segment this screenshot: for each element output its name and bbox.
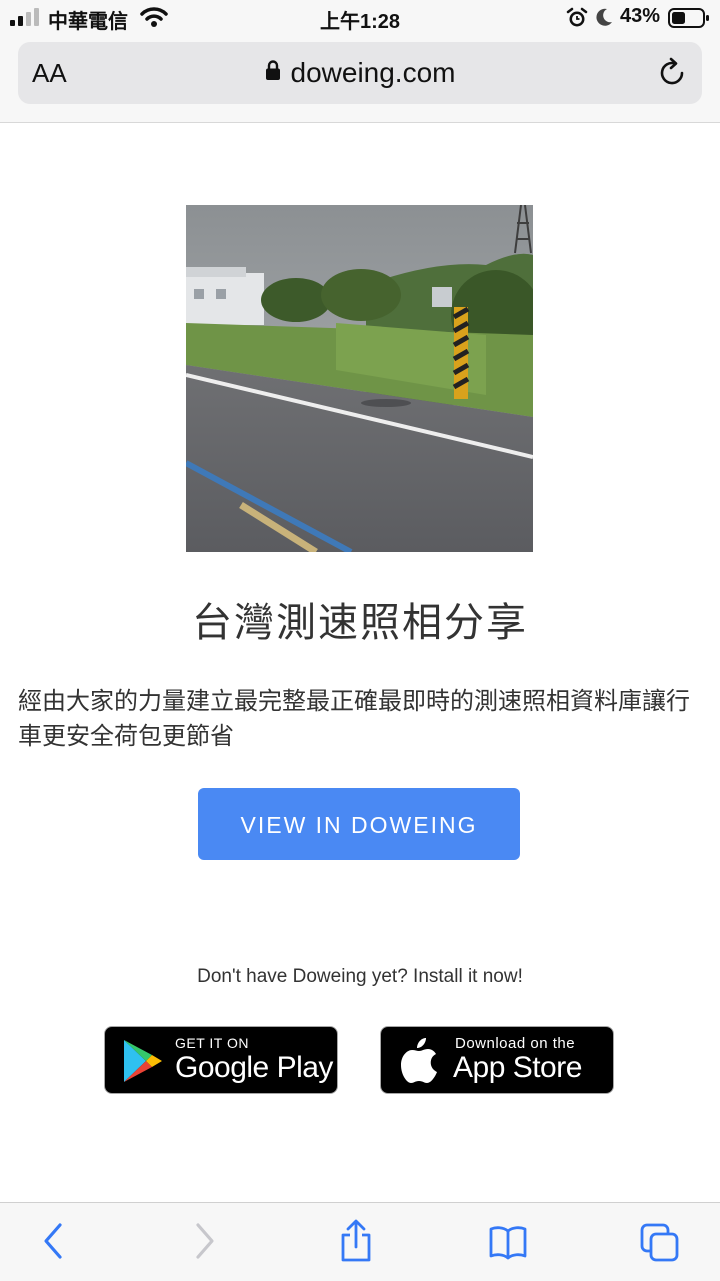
url-text: doweing.com [290,57,456,88]
status-bar: 中華電信 上午1:28 43% [0,0,720,36]
google-play-badge[interactable]: GET IT ON Google Play [104,1026,338,1094]
share-icon[interactable] [336,1219,376,1263]
app-store-big-text: App Store [453,1051,582,1084]
apple-icon [401,1038,437,1083]
battery-icon [668,8,709,28]
browser-chrome-top: AA doweing.com [0,36,720,123]
moon-icon [596,8,612,26]
reload-icon[interactable] [656,57,688,89]
back-icon[interactable] [34,1219,74,1263]
address-bar[interactable]: AA doweing.com [18,42,702,104]
lock-icon [265,60,280,80]
bookmarks-icon[interactable] [488,1219,528,1263]
alarm-icon [566,7,588,27]
browser-toolbar [0,1202,720,1281]
tabs-icon[interactable] [640,1219,680,1263]
google-play-icon [124,1040,162,1082]
url-field[interactable]: doweing.com [18,42,702,104]
google-play-small-text: GET IT ON [175,1035,249,1051]
battery-percent: 43% [620,5,661,27]
app-store-small-text: Download on the [455,1035,576,1052]
forward-icon[interactable] [184,1219,224,1263]
view-in-doweing-button[interactable]: VIEW IN DOWEING [198,788,520,860]
app-store-badge[interactable]: Download on the App Store [380,1026,614,1094]
google-play-big-text: Google Play [175,1051,333,1084]
install-prompt: Don't have Doweing yet? Install it now! [197,966,523,987]
page-description: 經由大家的力量建立最完整最正確最即時的測速照相資料庫讓行車更安全荷包更節省 [18,688,690,750]
street-photo [186,205,533,552]
page-title: 台灣測速照相分享 [192,601,528,645]
